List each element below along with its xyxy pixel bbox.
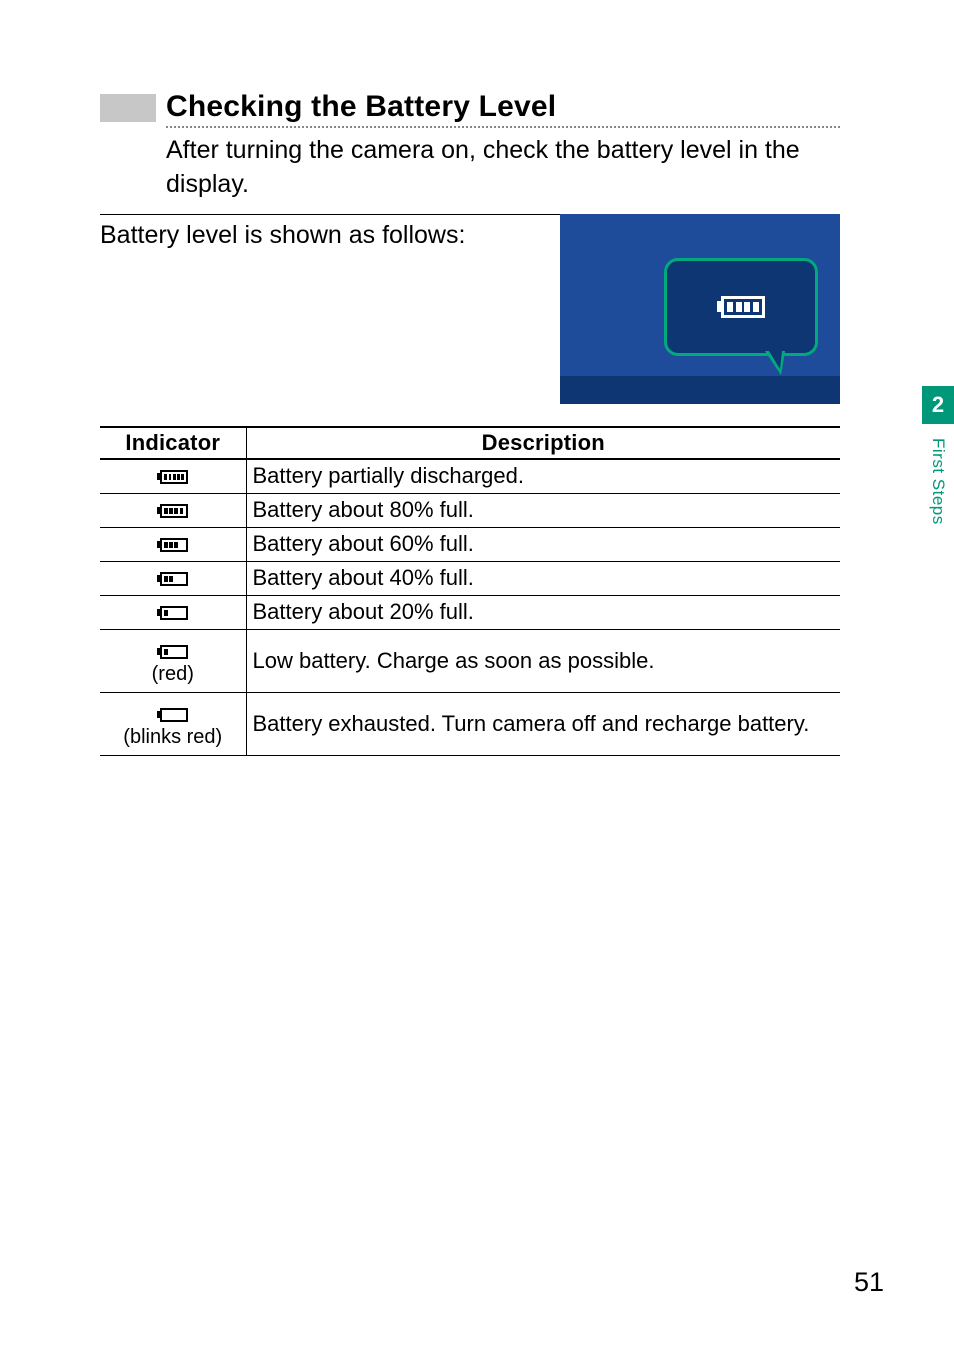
table-row: (blinks red) Battery exhausted. Turn came… (100, 692, 840, 755)
intro-text: After turning the camera on, check the b… (166, 128, 840, 214)
table-row: (red) Low battery. Charge as soon as poss… (100, 629, 840, 692)
description-cell: Battery partially discharged. (246, 459, 840, 494)
indicator-cell (100, 493, 246, 527)
battery-callout (664, 258, 818, 356)
battery-icon (157, 645, 188, 659)
table-row: Battery partially discharged. (100, 459, 840, 494)
description-cell: Battery about 20% full. (246, 595, 840, 629)
indicator-cell (100, 595, 246, 629)
table-row: Battery about 20% full. (100, 595, 840, 629)
indicator-sublabel: (blinks red) (106, 727, 240, 747)
description-cell: Battery exhausted. Turn camera off and r… (246, 692, 840, 755)
indicator-cell (100, 527, 246, 561)
battery-icon (157, 538, 188, 552)
table-row: Battery about 40% full. (100, 561, 840, 595)
battery-icon (157, 572, 188, 586)
indicator-cell (100, 561, 246, 595)
battery-level-table: Indicator Description Battery partially … (100, 426, 840, 756)
battery-icon (717, 296, 765, 318)
camera-screen-illustration (560, 214, 840, 404)
side-tab: 2 First Steps (922, 386, 954, 525)
description-cell: Battery about 80% full. (246, 493, 840, 527)
indicator-cell: (blinks red) (100, 692, 246, 755)
description-cell: Battery about 40% full. (246, 561, 840, 595)
chapter-label: First Steps (928, 438, 948, 525)
page-number: 51 (854, 1267, 884, 1298)
section-heading: Checking the Battery Level (100, 90, 840, 128)
description-cell: Battery about 60% full. (246, 527, 840, 561)
indicator-cell (100, 459, 246, 494)
heading-text: Checking the Battery Level (166, 90, 840, 128)
description-cell: Low battery. Charge as soon as possible. (246, 629, 840, 692)
indicator-sublabel: (red) (106, 664, 240, 684)
table-row: Battery about 80% full. (100, 493, 840, 527)
battery-icon (157, 504, 188, 518)
battery-icon (157, 470, 188, 484)
chapter-number: 2 (922, 386, 954, 424)
battery-icon (157, 708, 188, 722)
heading-marker (100, 94, 156, 122)
table-header-indicator: Indicator (100, 427, 246, 459)
battery-icon (157, 606, 188, 620)
indicator-cell: (red) (100, 629, 246, 692)
table-row: Battery about 60% full. (100, 527, 840, 561)
table-header-description: Description (246, 427, 840, 459)
illustration-row (100, 214, 840, 404)
